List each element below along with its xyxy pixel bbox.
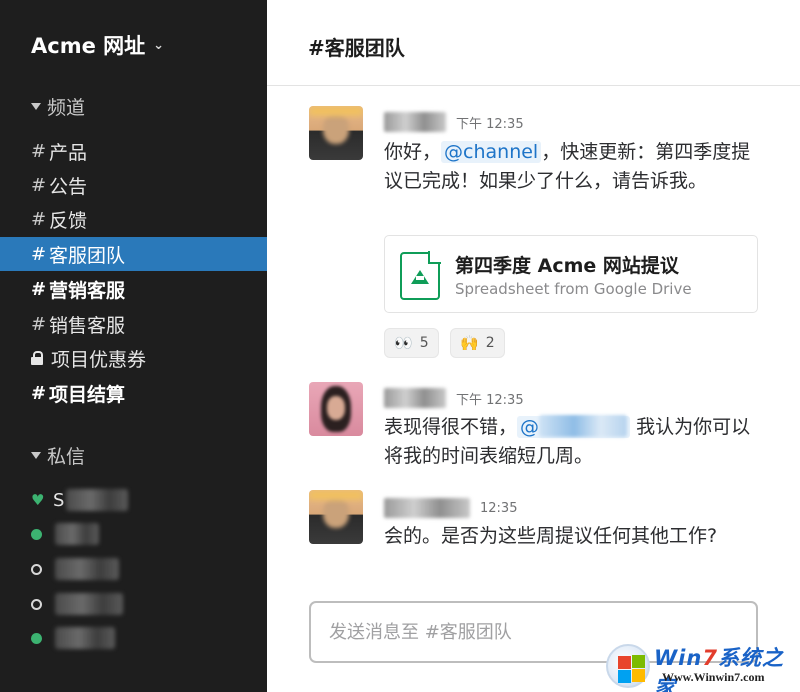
avatar[interactable]: [309, 106, 363, 160]
dm-name-redacted: [55, 593, 123, 615]
message-text: 表现得很不错， @ 我认为你可以将我的时间表缩短几周。: [384, 413, 764, 471]
file-attachment[interactable]: 第四季度 Acme 网站提议 Spreadsheet from Google D…: [384, 235, 758, 313]
message-meta: 下午 12:35: [384, 112, 524, 132]
author-name-redacted[interactable]: [384, 498, 470, 518]
hash-icon: #: [31, 382, 47, 404]
message-timestamp[interactable]: 下午 12:35: [456, 113, 524, 132]
google-drive-sheet-icon: [400, 251, 441, 300]
attachment-subtitle: Spreadsheet from Google Drive: [455, 280, 692, 298]
caret-down-icon: [31, 103, 41, 110]
reaction-raised-hands[interactable]: 🙌 2: [450, 328, 505, 358]
hash-icon: #: [31, 208, 47, 230]
channel-label: 营销客服: [49, 279, 126, 302]
status-online-icon: [31, 528, 42, 540]
status-away-icon: [31, 563, 42, 575]
sidebar-channel-announcements[interactable]: # 公告: [0, 168, 267, 202]
hash-icon: #: [31, 174, 47, 196]
heart-icon: ♥: [31, 491, 45, 509]
sidebar-dm-item[interactable]: ♥ S: [0, 483, 267, 517]
mention-link[interactable]: @channel: [441, 141, 542, 163]
dm-name-redacted: [55, 627, 115, 649]
channels-section-header[interactable]: 频道: [31, 93, 85, 120]
sidebar-channel-product[interactable]: # 产品: [0, 134, 267, 168]
status-online-icon: [31, 632, 42, 644]
sidebar-dm-item[interactable]: [0, 552, 267, 586]
message-text: 会的。是否为这些周提议任何其他工作?: [384, 525, 718, 547]
message-meta: 12:35: [384, 498, 517, 518]
message-text: 你好， @channel ，快速更新：第四季度提议已完成！如果少了什么，请告诉我。: [384, 138, 764, 196]
sidebar-dm-item[interactable]: [0, 621, 267, 655]
sidebar-channel-support-team[interactable]: # 客服团队: [0, 237, 267, 271]
channel-label: 客服团队: [49, 244, 126, 267]
sidebar-dm-item[interactable]: [0, 587, 267, 621]
dm-name-redacted: [66, 489, 129, 511]
dm-name-redacted: [55, 558, 119, 580]
dm-section-header[interactable]: 私信: [31, 442, 85, 469]
hash-icon: #: [31, 313, 47, 335]
author-name-redacted[interactable]: [384, 388, 446, 408]
caret-down-icon: [31, 452, 41, 459]
watermark: Win7系统之家 Www.Winwin7.com: [600, 638, 800, 692]
avatar[interactable]: [309, 490, 363, 544]
sidebar-channel-sales-support[interactable]: # 销售客服: [0, 307, 267, 341]
eyes-icon: 👀: [394, 334, 413, 352]
sidebar-dm-item[interactable]: [0, 517, 267, 551]
chevron-down-icon: ⌄: [153, 37, 165, 53]
sidebar-channel-project-coupons[interactable]: 项目优惠券: [0, 341, 267, 375]
message-text-part: 表现得很不错，: [384, 416, 518, 438]
raised-hands-icon: 🙌: [460, 334, 479, 352]
hash-icon: #: [31, 278, 47, 300]
dm-name-redacted: [55, 523, 99, 545]
hash-icon: #: [31, 243, 47, 265]
dm-section-title: 私信: [47, 446, 86, 468]
sidebar: Acme 网址 ⌄ 频道 # 产品 # 公告 # 反馈 # 客服团队 # 营销客…: [0, 0, 267, 692]
channel-label: 项目结算: [49, 383, 126, 406]
team-name: Acme 网址: [31, 34, 146, 58]
status-away-icon: [31, 598, 42, 610]
hash-icon: #: [31, 140, 47, 162]
author-name-redacted[interactable]: [384, 112, 446, 132]
message-pane: #客服团队 下午 12:35 你好， @channel ，快速更新：第四季度提议已完…: [267, 0, 800, 692]
channel-label: 销售客服: [49, 314, 126, 337]
mention-prefix: @: [520, 416, 540, 438]
reaction-eyes[interactable]: 👀 5: [384, 328, 439, 358]
mention-link[interactable]: @: [517, 415, 631, 438]
channel-label: 产品: [49, 141, 88, 164]
message-meta: 下午 12:35: [384, 388, 524, 408]
channel-header: #客服团队: [267, 0, 800, 86]
avatar[interactable]: [309, 382, 363, 436]
channel-label: 项目优惠券: [51, 348, 147, 371]
mention-name-redacted: [539, 415, 628, 437]
sidebar-channel-marketing-support[interactable]: # 营销客服: [0, 272, 267, 306]
team-switcher[interactable]: Acme 网址 ⌄: [31, 30, 164, 60]
watermark-brand-part: 7: [702, 646, 718, 670]
watermark-brand-part: Win: [654, 646, 703, 670]
attachment-title[interactable]: 第四季度 Acme 网站提议: [455, 251, 679, 278]
channel-label: 公告: [49, 175, 88, 198]
sidebar-channel-project-settlement[interactable]: # 项目结算: [0, 376, 267, 410]
lock-icon: [31, 351, 43, 365]
reaction-count: 5: [419, 335, 429, 351]
watermark-url: Www.Winwin7.com: [662, 670, 765, 684]
message-timestamp[interactable]: 12:35: [480, 501, 517, 516]
channel-label: 反馈: [49, 209, 88, 232]
message-timestamp[interactable]: 下午 12:35: [456, 389, 524, 408]
message-text-part: 你好，: [384, 141, 442, 163]
sidebar-channel-feedback[interactable]: # 反馈: [0, 202, 267, 236]
windows-logo-icon: [606, 644, 650, 688]
channel-title[interactable]: #客服团队: [308, 32, 405, 61]
reaction-count: 2: [485, 335, 495, 351]
dm-name-initial: S: [53, 489, 65, 511]
channels-section-title: 频道: [47, 97, 86, 119]
